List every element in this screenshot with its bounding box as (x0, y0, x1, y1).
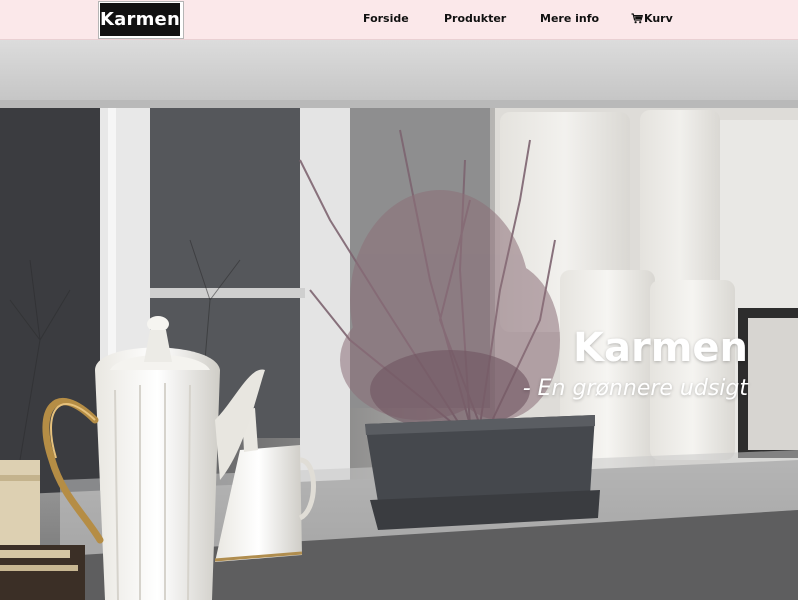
cart-icon (631, 13, 643, 24)
nav-link-kurv[interactable]: Kurv (631, 12, 673, 25)
hero-title: Karmen (573, 325, 748, 371)
nav-link-forside[interactable]: Forside (363, 12, 409, 25)
hero-subtitle: - En grønnere udsigt (522, 376, 748, 401)
nav-link-mere-info[interactable]: Mere info (540, 12, 599, 25)
hero-image (0, 40, 798, 600)
nav-link-kurv-label: Kurv (644, 12, 673, 25)
hero-section: Karmen - En grønnere udsigt (0, 40, 798, 600)
main-nav: Forside Produkter Mere info Kurv (0, 0, 798, 40)
top-navbar: Karmen Forside Produkter Mere info Kurv (0, 0, 798, 40)
nav-link-produkter[interactable]: Produkter (444, 12, 506, 25)
